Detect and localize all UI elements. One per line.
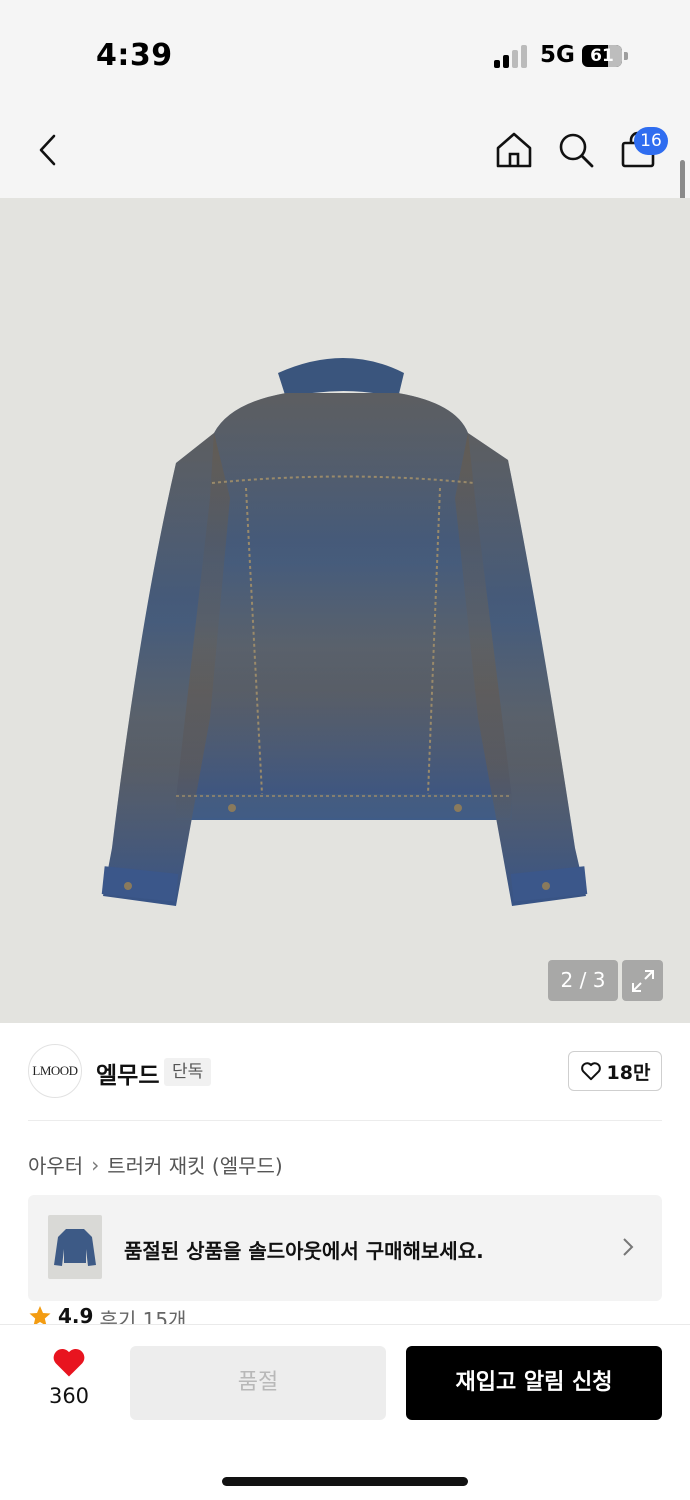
product-image	[101, 358, 588, 906]
image-counter: 2 / 3	[548, 960, 618, 1001]
signal-icon	[494, 44, 530, 68]
back-button[interactable]	[26, 128, 70, 172]
divider	[28, 1120, 662, 1121]
expand-button[interactable]	[622, 960, 663, 1001]
home-indicator	[222, 1477, 468, 1486]
network-label: 5G	[540, 42, 575, 68]
battery-icon: 61	[582, 45, 622, 67]
brand-like-button[interactable]: 18만	[568, 1051, 662, 1091]
home-button[interactable]	[492, 128, 536, 172]
chevron-left-icon	[39, 134, 56, 166]
home-icon	[496, 132, 532, 168]
breadcrumb-product[interactable]: 트러커 재킷 (엘무드)	[107, 1150, 283, 1179]
soldout-button: 품절	[130, 1346, 386, 1420]
wishlist-count: 360	[48, 1384, 90, 1408]
brand-like-count: 18만	[606, 1061, 651, 1084]
top-navigation	[0, 100, 690, 198]
chevron-right-icon: ›	[91, 1152, 100, 1177]
battery-level: 61	[590, 46, 614, 66]
product-image-gallery[interactable]	[0, 198, 690, 1023]
exclusive-badge: 단독	[164, 1058, 212, 1086]
soldout-banner[interactable]: 품절된 상품을 솔드아웃에서 구매해보세요.	[28, 1195, 662, 1301]
status-time: 4:39	[96, 38, 173, 73]
restock-alert-button[interactable]: 재입고 알림 신청	[406, 1346, 662, 1420]
breadcrumb: 아우터 › 트러커 재킷 (엘무드)	[28, 1150, 283, 1179]
brand-name[interactable]: 엘무드	[96, 1056, 159, 1090]
heart-outline-icon	[580, 1062, 601, 1081]
battery-nub	[624, 52, 628, 60]
breadcrumb-category[interactable]: 아우터	[28, 1150, 83, 1179]
chevron-right-icon	[616, 1233, 640, 1261]
heart-filled-icon	[53, 1348, 85, 1377]
search-icon	[559, 133, 594, 168]
banner-thumbnail	[48, 1215, 102, 1279]
expand-icon	[631, 969, 654, 992]
search-button[interactable]	[554, 128, 598, 172]
cart-count-badge: 16	[634, 127, 668, 155]
wishlist-button[interactable]: 360	[34, 1346, 104, 1418]
brand-logo[interactable]: LMOOD	[28, 1044, 82, 1098]
status-bar: 4:39 5G 61	[0, 0, 690, 100]
banner-text: 품절된 상품을 솔드아웃에서 구매해보세요.	[124, 1239, 484, 1263]
